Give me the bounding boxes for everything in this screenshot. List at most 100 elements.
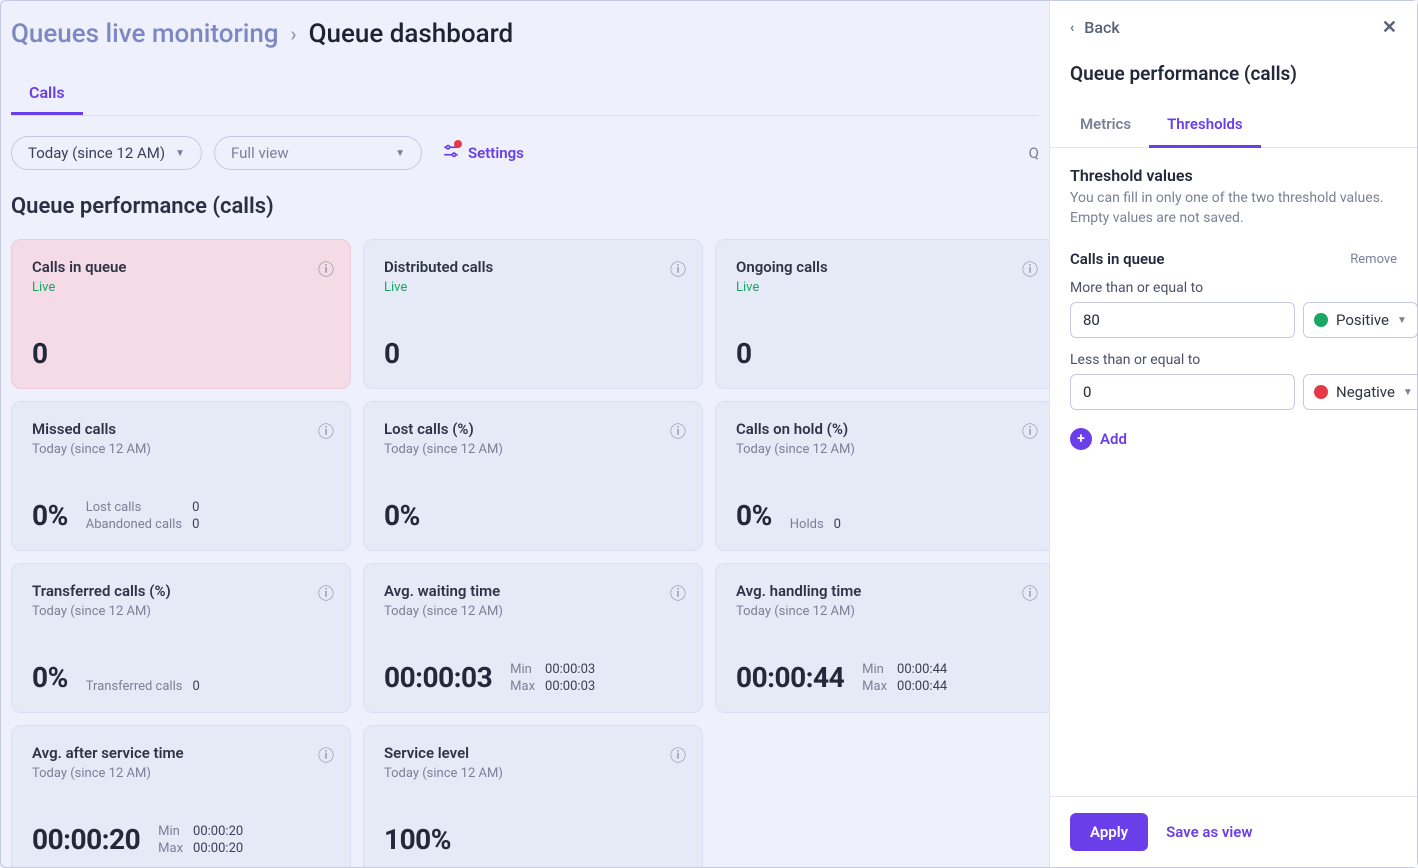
back-button[interactable]: ‹ Back — [1070, 18, 1120, 37]
card-calls-on-hold-pct[interactable]: ⓘ Calls on hold (%) Today (since 12 AM) … — [715, 401, 1049, 551]
chevron-right-icon: › — [291, 22, 297, 46]
notification-dot-icon — [454, 140, 462, 148]
card-title: Missed calls — [32, 420, 330, 438]
card-value: 0 — [384, 337, 400, 370]
card-title: Calls in queue — [32, 258, 330, 276]
info-icon[interactable]: ⓘ — [670, 256, 686, 280]
card-value: 0 — [736, 337, 752, 370]
back-label: Back — [1084, 18, 1119, 37]
info-icon[interactable]: ⓘ — [318, 256, 334, 280]
gte-input[interactable] — [1070, 302, 1295, 338]
card-subtitle: Today (since 12 AM) — [384, 766, 682, 781]
sidebar-header: ‹ Back ✕ — [1050, 1, 1417, 54]
card-title: Lost calls (%) — [384, 420, 682, 438]
card-mini-stats: Holds0 — [790, 517, 841, 532]
threshold-metric-name: Calls in queue — [1070, 250, 1164, 268]
cards-grid: ⓘ Calls in queue Live 0 ⓘ Distributed ca… — [11, 239, 1039, 867]
card-calls-in-queue[interactable]: ⓘ Calls in queue Live 0 — [11, 239, 351, 389]
view-mode-select[interactable]: Full view ▼ — [214, 136, 422, 170]
card-mini-stats: Lost calls0 Abandoned calls0 — [86, 500, 200, 532]
card-distributed-calls[interactable]: ⓘ Distributed calls Live 0 — [363, 239, 703, 389]
card-title: Ongoing calls — [736, 258, 1034, 276]
card-value: 00:00:03 — [384, 661, 492, 694]
add-label: Add — [1100, 430, 1127, 448]
card-title: Calls on hold (%) — [736, 420, 1034, 438]
card-title: Service level — [384, 744, 682, 762]
card-mini-stats: Min00:00:44 Max00:00:44 — [862, 662, 947, 694]
info-icon[interactable]: ⓘ — [1022, 418, 1038, 442]
tab-thresholds[interactable]: Thresholds — [1149, 103, 1261, 148]
info-icon[interactable]: ⓘ — [1022, 580, 1038, 604]
gte-status-select[interactable]: Positive ▼ — [1303, 302, 1417, 338]
threshold-heading: Threshold values — [1070, 166, 1397, 185]
sidebar-tabs: Metrics Thresholds — [1050, 103, 1417, 148]
toolbar: Today (since 12 AM) ▼ Full view ▼ Settin… — [11, 136, 1039, 170]
add-button[interactable]: + Add — [1070, 428, 1127, 450]
card-mini-stats: Transferred calls0 — [86, 679, 200, 694]
card-subtitle: Today (since 12 AM) — [384, 442, 682, 457]
info-icon[interactable]: ⓘ — [318, 580, 334, 604]
remove-link[interactable]: Remove — [1350, 252, 1397, 267]
close-icon[interactable]: ✕ — [1382, 17, 1397, 38]
info-icon[interactable]: ⓘ — [318, 742, 334, 766]
card-avg-waiting[interactable]: ⓘ Avg. waiting time Today (since 12 AM) … — [363, 563, 703, 713]
view-mode-label: Full view — [231, 144, 289, 162]
threshold-metric-row: Calls in queue Remove — [1070, 250, 1397, 268]
card-avg-after-service[interactable]: ⓘ Avg. after service time Today (since 1… — [11, 725, 351, 867]
card-subtitle: Today (since 12 AM) — [384, 604, 682, 619]
card-subtitle: Today (since 12 AM) — [736, 604, 1034, 619]
tab-calls[interactable]: Calls — [11, 73, 83, 115]
status-dot-positive-icon — [1314, 313, 1328, 327]
gte-status-label: Positive — [1336, 311, 1389, 329]
lte-input[interactable] — [1070, 374, 1295, 410]
card-avg-handling[interactable]: ⓘ Avg. handling time Today (since 12 AM)… — [715, 563, 1049, 713]
lte-status-select[interactable]: Negative ▼ — [1303, 374, 1417, 410]
settings-icon — [442, 142, 460, 165]
chevron-down-icon: ▼ — [395, 148, 405, 159]
info-icon[interactable]: ⓘ — [1022, 256, 1038, 280]
settings-label: Settings — [468, 144, 524, 162]
card-transferred-pct[interactable]: ⓘ Transferred calls (%) Today (since 12 … — [11, 563, 351, 713]
info-icon[interactable]: ⓘ — [670, 418, 686, 442]
card-service-level[interactable]: ⓘ Service level Today (since 12 AM) 100% — [363, 725, 703, 867]
settings-button[interactable]: Settings — [442, 142, 524, 165]
sidebar-panel: ‹ Back ✕ Queue performance (calls) Metri… — [1049, 1, 1417, 867]
lte-label: Less than or equal to — [1070, 352, 1397, 368]
card-value: 0% — [384, 499, 420, 532]
breadcrumb-current: Queue dashboard — [309, 19, 514, 49]
card-subtitle: Live — [384, 280, 682, 295]
toolbar-right-truncated: Q — [1029, 144, 1039, 162]
card-lost-calls-pct[interactable]: ⓘ Lost calls (%) Today (since 12 AM) 0% — [363, 401, 703, 551]
card-missed-calls[interactable]: ⓘ Missed calls Today (since 12 AM) 0% Lo… — [11, 401, 351, 551]
section-heading: Queue performance (calls) — [11, 194, 1039, 219]
card-mini-stats: Min00:00:20 Max00:00:20 — [158, 824, 243, 856]
save-as-view-link[interactable]: Save as view — [1166, 823, 1252, 841]
card-value: 0% — [32, 661, 68, 694]
chevron-down-icon: ▼ — [1397, 315, 1407, 326]
info-icon[interactable]: ⓘ — [318, 418, 334, 442]
apply-button[interactable]: Apply — [1070, 813, 1148, 851]
card-subtitle: Today (since 12 AM) — [32, 766, 330, 781]
sidebar-body: Threshold values You can fill in only on… — [1050, 148, 1417, 796]
chevron-down-icon: ▼ — [1403, 387, 1413, 398]
gte-label: More than or equal to — [1070, 280, 1397, 296]
card-mini-stats: Min00:00:03 Max00:00:03 — [510, 662, 595, 694]
card-title: Transferred calls (%) — [32, 582, 330, 600]
threshold-help: You can fill in only one of the two thre… — [1070, 189, 1397, 228]
main-content: Queues live monitoring › Queue dashboard… — [1, 1, 1049, 867]
card-value: 0 — [32, 337, 48, 370]
card-ongoing-calls[interactable]: ⓘ Ongoing calls Live 0 — [715, 239, 1049, 389]
breadcrumb-previous[interactable]: Queues live monitoring — [11, 19, 279, 49]
card-subtitle: Today (since 12 AM) — [32, 442, 330, 457]
lte-status-label: Negative — [1336, 383, 1395, 401]
time-range-select[interactable]: Today (since 12 AM) ▼ — [11, 136, 202, 170]
info-icon[interactable]: ⓘ — [670, 742, 686, 766]
chevron-down-icon: ▼ — [175, 148, 185, 159]
info-icon[interactable]: ⓘ — [670, 580, 686, 604]
card-title: Avg. waiting time — [384, 582, 682, 600]
tab-metrics[interactable]: Metrics — [1062, 103, 1149, 147]
card-subtitle: Today (since 12 AM) — [736, 442, 1034, 457]
card-title: Avg. handling time — [736, 582, 1034, 600]
breadcrumb: Queues live monitoring › Queue dashboard — [11, 19, 1039, 49]
primary-tabs: Calls — [11, 73, 1039, 116]
